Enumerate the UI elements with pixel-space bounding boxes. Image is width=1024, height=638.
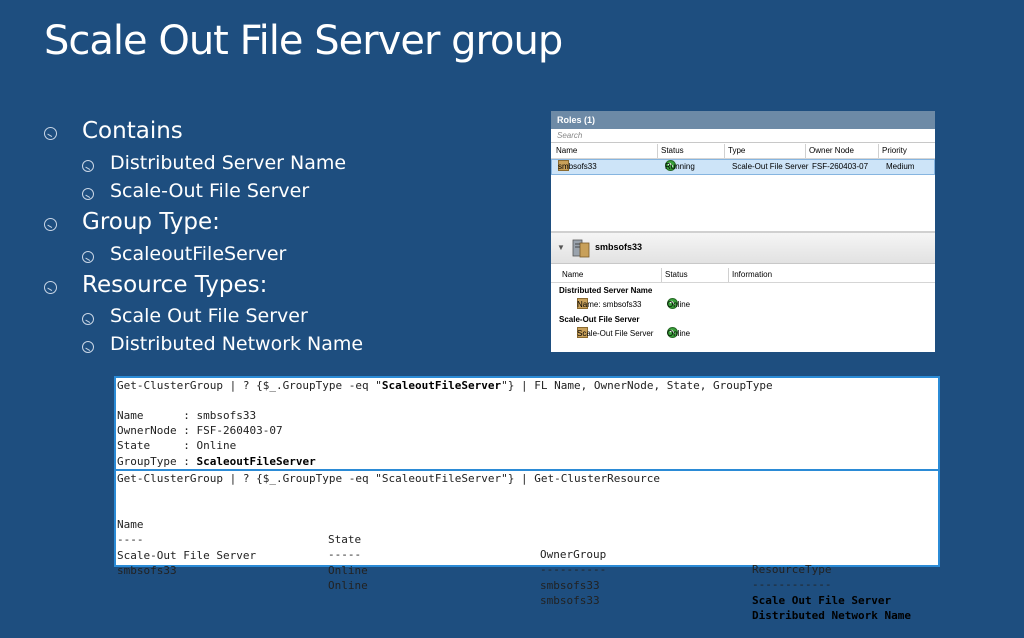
line-value-bold: ScaleoutFileServer xyxy=(196,455,316,468)
column-type[interactable]: Type xyxy=(724,144,745,158)
row-type: Scale-Out File Server xyxy=(732,162,809,171)
detail-column-status[interactable]: Status xyxy=(661,268,688,282)
item-status: Online xyxy=(667,329,691,338)
console-headers: Name State OwnerGroup ResourceType xyxy=(117,502,935,576)
detail-column-name[interactable]: Name xyxy=(559,268,583,282)
roles-empty-area xyxy=(551,175,935,233)
console-line: State : Online xyxy=(117,439,237,452)
underline: ------------ xyxy=(752,578,832,591)
line-key: State xyxy=(117,439,184,452)
line-key: OwnerNode xyxy=(117,424,184,437)
cell-state: Online xyxy=(328,579,368,592)
item-name: Name: smbsofs33 xyxy=(577,300,642,309)
console-command: Get-ClusterGroup | ? {$_.GroupType -eq "… xyxy=(117,472,661,485)
command-suffix: "} | FL Name, OwnerNode, State, GroupTyp… xyxy=(501,379,773,392)
roles-header: Roles (1) xyxy=(551,111,935,129)
bullet-icon xyxy=(82,188,94,200)
column-status[interactable]: Status xyxy=(657,144,684,158)
header-resourcetype: ResourceType xyxy=(752,563,832,576)
bullet-text: Group Type: xyxy=(82,209,220,235)
column-name[interactable]: Name xyxy=(553,144,577,158)
bullet-icon xyxy=(82,160,94,172)
item-status: Online xyxy=(667,300,691,309)
table-row: Scale-Out File Server Online smbsofs33 S… xyxy=(117,533,935,607)
line-key: GroupType xyxy=(117,455,184,468)
list-item[interactable]: Scale-Out File Server Online xyxy=(551,327,935,341)
row-priority: Medium xyxy=(886,162,915,171)
bullet-text: Distributed Server Name xyxy=(110,152,347,174)
roles-window: Roles (1) Search Name Status Type Owner … xyxy=(551,111,935,352)
detail-title: smbsofs33 xyxy=(595,242,643,252)
bullet-text: Contains xyxy=(82,118,183,144)
table-row: smbsofs33 Online smbsofs33 Distributed N… xyxy=(117,548,935,622)
line-value: Online xyxy=(196,439,237,452)
bullet-icon xyxy=(44,281,57,294)
line-value: smbsofs33 xyxy=(196,409,257,422)
bullet-text: Scale Out File Server xyxy=(110,305,308,327)
bullet-text: Resource Types: xyxy=(82,272,268,298)
cell-ownergroup: smbsofs33 xyxy=(540,579,600,592)
table-row[interactable]: smbsofs33 Running Scale-Out File Server … xyxy=(551,159,935,175)
line-key: Name xyxy=(117,409,184,422)
column-priority[interactable]: Priority xyxy=(878,144,907,158)
console-command: Get-ClusterGroup | ? {$_.GroupType -eq "… xyxy=(117,378,773,393)
collapse-chevron-icon[interactable]: ▼ xyxy=(557,243,565,252)
bullet-text: Distributed Network Name xyxy=(110,333,364,355)
row-owner-node: FSF-260403-07 xyxy=(812,162,869,171)
command-prefix: Get-ClusterGroup | ? {$_.GroupType -eq " xyxy=(117,379,382,392)
underline: ---------- xyxy=(540,563,607,576)
detail-header: ▼ smbsofs33 xyxy=(551,233,935,264)
list-item[interactable]: Name: smbsofs33 Online xyxy=(551,298,935,312)
bullet-icon xyxy=(44,218,57,231)
detail-column-headers: Name Status Information xyxy=(551,268,935,283)
cell-ownergroup: smbsofs33 xyxy=(540,594,600,607)
row-name: smbsofs33 xyxy=(558,162,597,171)
console-output-resources: Get-ClusterGroup | ? {$_.GroupType -eq "… xyxy=(114,469,940,622)
server-group-icon xyxy=(572,239,590,258)
section-scale-out-file-server: Scale-Out File Server xyxy=(559,315,640,324)
section-distributed-server-name: Distributed Server Name xyxy=(559,286,653,295)
cell-resourcetype: Scale Out File Server xyxy=(752,594,892,607)
bullet-icon xyxy=(82,313,94,325)
console-output-group: Get-ClusterGroup | ? {$_.GroupType -eq "… xyxy=(114,376,940,472)
detail-column-information[interactable]: Information xyxy=(728,268,772,282)
bullet-icon xyxy=(82,251,94,263)
bullet-icon xyxy=(44,127,57,140)
row-status: Running xyxy=(665,162,695,171)
cell-resourcetype: Distributed Network Name xyxy=(752,609,911,622)
line-value: FSF-260403-07 xyxy=(196,424,283,437)
slide-title: Scale Out File Server group xyxy=(44,18,563,64)
console-line: GroupType : ScaleoutFileServer xyxy=(117,455,316,468)
bullet-text: ScaleoutFileServer xyxy=(110,243,287,265)
item-name: Scale-Out File Server xyxy=(577,329,654,338)
bullet-icon xyxy=(82,341,94,353)
console-line: Name : smbsofs33 xyxy=(117,409,257,422)
command-bold: ScaleoutFileServer xyxy=(381,379,502,392)
search-input[interactable]: Search xyxy=(551,130,935,143)
column-owner-node[interactable]: Owner Node xyxy=(805,144,854,158)
bullet-text: Scale-Out File Server xyxy=(110,180,310,202)
roles-column-headers: Name Status Type Owner Node Priority xyxy=(551,144,935,159)
console-line: OwnerNode : FSF-260403-07 xyxy=(117,424,283,437)
console-underlines: ---- ----- ---------- ------------ xyxy=(117,517,935,591)
